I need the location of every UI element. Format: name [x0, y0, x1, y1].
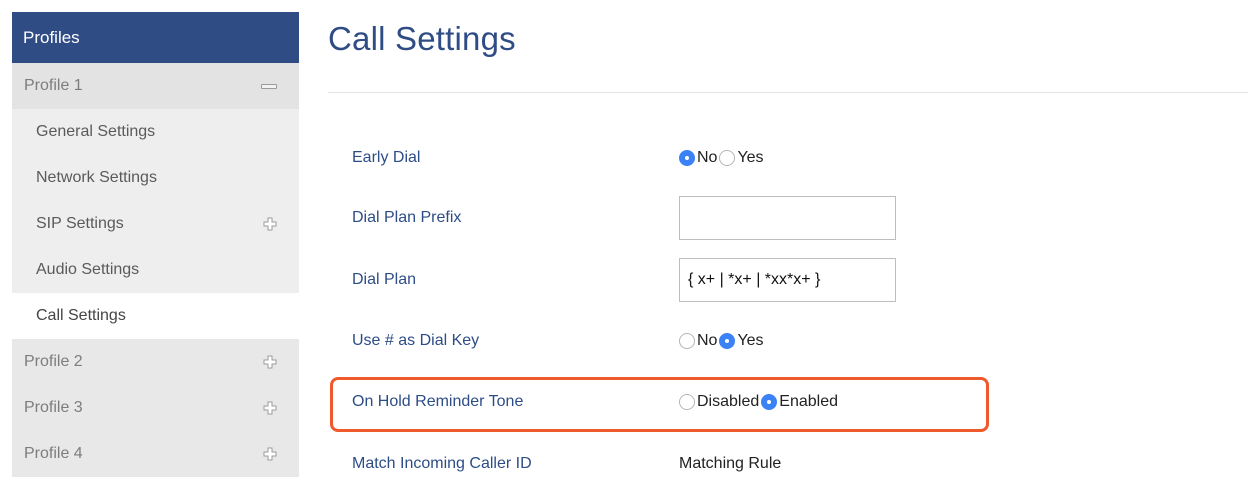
sidebar-item-label: Call Settings	[36, 307, 126, 324]
expand-icon[interactable]	[263, 447, 277, 461]
sidebar-item-label: Network Settings	[36, 169, 157, 186]
early-dial-no-option[interactable]: No	[679, 149, 717, 167]
dial-plan-prefix-label: Dial Plan Prefix	[352, 209, 462, 226]
early-dial-no-label: No	[697, 149, 718, 166]
sidebar-item-profile-4[interactable]: Profile 4	[12, 431, 299, 477]
dial-plan-prefix-input[interactable]	[679, 196, 896, 240]
sidebar-item-call-settings[interactable]: Call Settings	[12, 293, 299, 339]
sidebar-item-label: SIP Settings	[36, 215, 124, 232]
sidebar-item-profile-3[interactable]: Profile 3	[12, 385, 299, 431]
sidebar-item-general-settings[interactable]: General Settings	[12, 109, 299, 155]
sidebar-header-label: Profiles	[23, 27, 80, 47]
early-dial-label: Early Dial	[352, 149, 421, 166]
sidebar-item-label: Profile 2	[24, 353, 83, 370]
use-hash-dial-key-row: Use # as Dial Key No Yes	[328, 319, 1248, 363]
dial-plan-input[interactable]	[679, 258, 896, 302]
sidebar: Profiles Profile 1 General Settings Netw…	[12, 12, 299, 477]
sidebar-item-label: Audio Settings	[36, 261, 140, 278]
main-content: Call Settings Early Dial No Yes Dial Pla…	[328, 0, 1248, 472]
sidebar-item-audio-settings[interactable]: Audio Settings	[12, 247, 299, 293]
use-hash-no-radio[interactable]	[679, 333, 695, 349]
use-hash-dial-key-options: No Yes	[679, 319, 766, 363]
early-dial-no-radio[interactable]	[679, 150, 695, 166]
use-hash-no-option[interactable]: No	[679, 332, 717, 350]
dial-plan-control	[679, 258, 896, 302]
collapse-icon[interactable]	[261, 83, 277, 89]
dial-plan-label: Dial Plan	[352, 271, 417, 288]
early-dial-yes-option[interactable]: Yes	[719, 149, 764, 167]
use-hash-yes-option[interactable]: Yes	[719, 332, 764, 350]
sidebar-item-profile-1[interactable]: Profile 1	[12, 63, 299, 109]
match-incoming-caller-id-label: Match Incoming Caller ID	[352, 455, 532, 472]
sidebar-item-sip-settings[interactable]: SIP Settings	[12, 201, 299, 247]
sidebar-item-label: General Settings	[36, 123, 156, 140]
expand-icon[interactable]	[263, 401, 277, 415]
early-dial-yes-radio[interactable]	[719, 150, 736, 166]
match-incoming-caller-id-row: Match Incoming Caller ID Matching Rule	[328, 442, 1248, 486]
use-hash-yes-label: Yes	[737, 332, 764, 349]
dial-plan-row: Dial Plan	[328, 258, 1248, 302]
sidebar-item-label: Profile 4	[24, 445, 83, 462]
expand-icon[interactable]	[263, 355, 277, 369]
early-dial-row: Early Dial No Yes	[328, 136, 1248, 180]
sidebar-item-label: Profile 3	[24, 399, 83, 416]
match-incoming-caller-id-value-wrap: Matching Rule	[679, 442, 781, 486]
page-title: Call Settings	[328, 20, 516, 57]
use-hash-yes-radio[interactable]	[719, 333, 736, 349]
expand-icon[interactable]	[263, 217, 277, 231]
sidebar-item-profile-2[interactable]: Profile 2	[12, 339, 299, 385]
matching-rule-header: Matching Rule	[679, 455, 782, 472]
use-hash-no-label: No	[697, 332, 718, 349]
dial-plan-prefix-row: Dial Plan Prefix	[328, 196, 1248, 240]
use-hash-dial-key-label: Use # as Dial Key	[352, 332, 480, 349]
highlight-annotation-box	[330, 377, 989, 432]
title-divider	[328, 92, 1248, 93]
sidebar-item-label: Profile 1	[24, 77, 83, 94]
early-dial-yes-label: Yes	[737, 149, 764, 166]
early-dial-options: No Yes	[679, 136, 766, 180]
sidebar-item-network-settings[interactable]: Network Settings	[12, 155, 299, 201]
sidebar-header: Profiles	[12, 12, 299, 63]
dial-plan-prefix-control	[679, 196, 896, 240]
